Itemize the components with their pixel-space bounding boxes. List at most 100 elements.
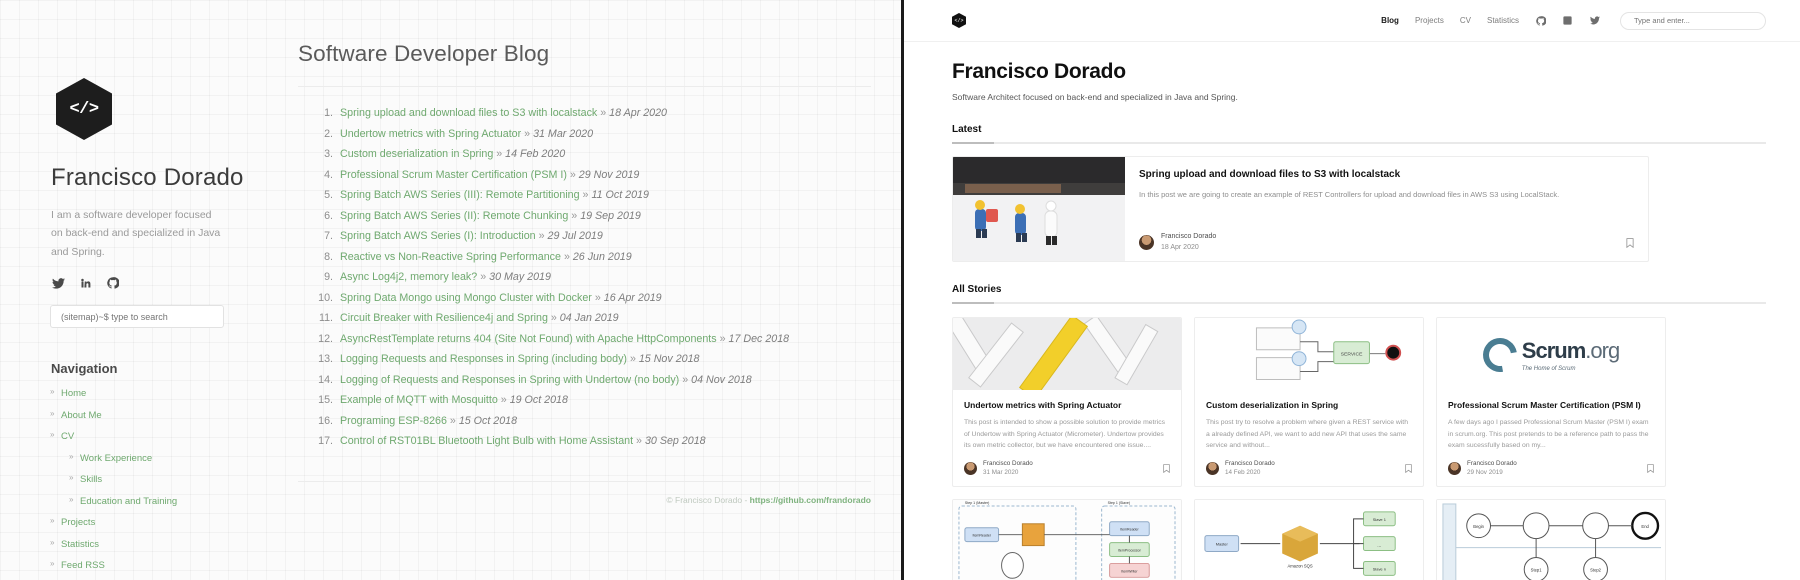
header-search-box[interactable] xyxy=(1620,11,1766,30)
sidebar-item-projects[interactable]: Projects xyxy=(50,516,265,528)
post-separator: » xyxy=(597,107,610,120)
post-link[interactable]: Reactive vs Non-Reactive Spring Performa… xyxy=(340,251,561,263)
hexagon-code-logo-icon[interactable]: </> xyxy=(952,13,966,28)
footer-copyright: © Francisco Dorado - xyxy=(666,495,750,506)
post-list-item[interactable]: Reactive vs Non-Reactive Spring Performa… xyxy=(336,251,871,263)
post-list-item[interactable]: Spring Batch AWS Series (II): Remote Chu… xyxy=(336,210,871,222)
post-list-item[interactable]: Spring Batch AWS Series (III): Remote Pa… xyxy=(336,189,871,201)
nav-item-projects[interactable]: Projects xyxy=(1415,16,1444,25)
svg-text:Step1: Step1 xyxy=(1531,567,1543,572)
blog-footer: © Francisco Dorado - https://github.com/… xyxy=(298,481,871,505)
sidebar-item-about-me[interactable]: About Me xyxy=(50,409,265,421)
post-list-item[interactable]: Logging of Requests and Responses in Spr… xyxy=(336,374,871,386)
post-link[interactable]: Custom deserialization in Spring xyxy=(340,148,493,160)
sidebar-item-statistics[interactable]: Statistics xyxy=(50,538,265,550)
latest-post-body: Spring upload and download files to S3 w… xyxy=(1125,157,1648,261)
post-list-item[interactable]: Undertow metrics with Spring Actuator » … xyxy=(336,128,871,140)
post-link[interactable]: Professional Scrum Master Certification … xyxy=(340,169,567,181)
twitter-icon[interactable] xyxy=(1589,15,1600,26)
story-title[interactable]: Professional Scrum Master Certification … xyxy=(1448,400,1654,411)
post-list-item[interactable]: Programing ESP-8266 » 15 Oct 2018 xyxy=(336,415,871,427)
post-list-item[interactable]: Spring Data Mongo using Mongo Cluster wi… xyxy=(336,292,871,304)
rss-icon[interactable] xyxy=(1562,15,1573,26)
story-title[interactable]: Undertow metrics with Spring Actuator xyxy=(964,400,1170,411)
post-link[interactable]: Logging of Requests and Responses in Spr… xyxy=(340,374,679,386)
sidebar-item-home[interactable]: Home xyxy=(50,387,265,399)
post-separator: » xyxy=(633,435,645,448)
sidebar-item-cv[interactable]: CV xyxy=(50,430,265,442)
post-link[interactable]: Spring upload and download files to S3 w… xyxy=(340,107,597,119)
latest-post-card[interactable]: Spring upload and download files to S3 w… xyxy=(952,156,1649,262)
post-list-item[interactable]: Professional Scrum Master Certification … xyxy=(336,169,871,181)
post-list-item[interactable]: Spring upload and download files to S3 w… xyxy=(336,107,871,119)
story-title[interactable]: Custom deserialization in Spring xyxy=(1206,400,1412,411)
twitter-icon[interactable] xyxy=(52,277,65,289)
post-list-item[interactable]: Circuit Breaker with Resilience4j and Sp… xyxy=(336,312,871,324)
post-link[interactable]: Spring Batch AWS Series (II): Remote Chu… xyxy=(340,210,568,222)
story-card[interactable]: Scrum.org The Home of Scrum Professional… xyxy=(1436,317,1666,487)
bookmark-icon[interactable] xyxy=(1163,463,1170,473)
sidebar-item-education-and-training[interactable]: Education and Training xyxy=(50,495,265,507)
site-body: Francisco Dorado Software Architect focu… xyxy=(904,42,1800,580)
sidebar-item-feed-rss[interactable]: Feed RSS xyxy=(50,559,265,571)
nav-item-cv[interactable]: CV xyxy=(1460,16,1471,25)
svg-text:Begin: Begin xyxy=(1473,523,1484,528)
search-input[interactable] xyxy=(59,310,215,323)
latest-post-byline: Francisco Dorado 18 Apr 2020 xyxy=(1161,232,1216,253)
footer-github-link[interactable]: https://github.com/frandorado xyxy=(750,495,871,505)
story-card[interactable]: SERVICE Custom deserialization in Spring… xyxy=(1194,317,1424,487)
scrum-dot-text: .org xyxy=(1585,337,1620,363)
post-link[interactable]: Circuit Breaker with Resilience4j and Sp… xyxy=(340,312,548,324)
post-separator: » xyxy=(493,148,506,161)
navigation-heading: Navigation xyxy=(51,361,118,377)
linkedin-icon[interactable] xyxy=(80,277,92,289)
post-date: 17 Dec 2018 xyxy=(728,332,790,345)
post-list-item[interactable]: Example of MQTT with Mosquitto » 19 Oct … xyxy=(336,394,871,406)
story-byline: Francisco Dorado 14 Feb 2020 xyxy=(1225,459,1275,478)
svg-text:Step 1 (Slave): Step 1 (Slave) xyxy=(1108,501,1130,505)
dual-panel-screenshot: </> Francisco Dorado I am a software dev… xyxy=(0,0,1800,580)
latest-post-title[interactable]: Spring upload and download files to S3 w… xyxy=(1139,168,1634,182)
post-link[interactable]: Spring Batch AWS Series (III): Remote Pa… xyxy=(340,189,580,201)
post-link[interactable]: Logging Requests and Responses in Spring… xyxy=(340,353,627,365)
post-link[interactable]: Spring Data Mongo using Mongo Cluster wi… xyxy=(340,292,592,304)
scrum-ring-icon xyxy=(1476,330,1524,379)
story-card[interactable]: Undertow metrics with Spring Actuator Th… xyxy=(952,317,1182,487)
post-link[interactable]: Undertow metrics with Spring Actuator xyxy=(340,128,521,140)
post-list-item[interactable]: AsyncRestTemplate returns 404 (Site Not … xyxy=(336,333,871,345)
sidebar-search-box[interactable] xyxy=(50,305,224,329)
story-card[interactable]: Step 1 (Master) Step 1 (Slave) ItemReade… xyxy=(952,498,1182,580)
post-separator: » xyxy=(521,127,534,140)
nav-item-blog[interactable]: Blog xyxy=(1381,16,1399,25)
svg-text:...: ... xyxy=(1377,543,1381,548)
post-list-item[interactable]: Custom deserialization in Spring » 14 Fe… xyxy=(336,148,871,160)
story-body: Professional Scrum Master Certification … xyxy=(1437,391,1665,486)
sidebar-item-skills[interactable]: Skills xyxy=(50,473,265,485)
author-bio: I am a software developer focused on bac… xyxy=(51,209,221,258)
bookmark-icon[interactable] xyxy=(1647,463,1654,473)
bookmark-icon[interactable] xyxy=(1626,237,1634,248)
post-link[interactable]: AsyncRestTemplate returns 404 (Site Not … xyxy=(340,333,717,345)
nav-item-statistics[interactable]: Statistics xyxy=(1487,16,1519,25)
post-list-item[interactable]: Async Log4j2, memory leak? » 30 May 2019 xyxy=(336,271,871,283)
post-list-item[interactable]: Logging Requests and Responses in Spring… xyxy=(336,353,871,365)
story-card[interactable]: Begin End Step1 Step2 xyxy=(1436,498,1666,580)
post-link[interactable]: Async Log4j2, memory leak? xyxy=(340,271,477,283)
post-link[interactable]: Control of RST01BL Bluetooth Light Bulb … xyxy=(340,435,633,447)
spring-batch-flow-diagram: Begin End Step1 Step2 xyxy=(1437,499,1665,580)
story-card[interactable]: Master Amazon SQS Slave 1 ... Slave n xyxy=(1194,498,1424,580)
post-date: 16 Apr 2019 xyxy=(603,291,662,304)
post-link[interactable]: Spring Batch AWS Series (I): Introductio… xyxy=(340,230,536,242)
post-link[interactable]: Programing ESP-8266 xyxy=(340,415,447,427)
header-search-input[interactable] xyxy=(1632,15,1754,26)
hexagon-code-logo-icon[interactable]: </> xyxy=(56,78,112,140)
github-icon[interactable] xyxy=(107,277,119,289)
github-icon[interactable] xyxy=(1535,15,1546,26)
social-links xyxy=(52,277,265,289)
scrum-wordmark: Scrum.org xyxy=(1522,337,1620,364)
bookmark-icon[interactable] xyxy=(1405,463,1412,473)
post-list-item[interactable]: Control of RST01BL Bluetooth Light Bulb … xyxy=(336,435,871,447)
post-link[interactable]: Example of MQTT with Mosquitto xyxy=(340,394,498,406)
post-list-item[interactable]: Spring Batch AWS Series (I): Introductio… xyxy=(336,230,871,242)
sidebar-item-work-experience[interactable]: Work Experience xyxy=(50,452,265,464)
